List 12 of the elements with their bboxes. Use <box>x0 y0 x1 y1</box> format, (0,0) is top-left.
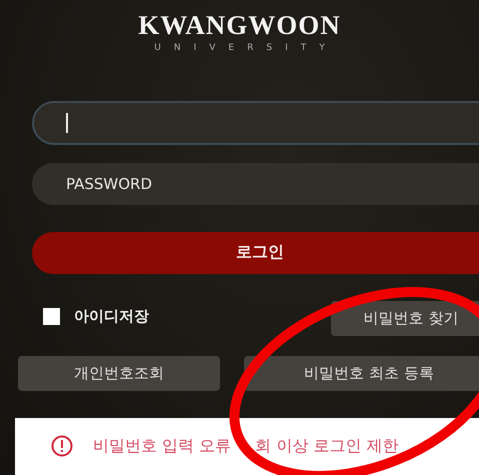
logo-name: KWANGWOON <box>138 10 341 41</box>
action-button[interactable]: 개인번호조회 <box>18 356 220 391</box>
login-button[interactable]: 로그인 <box>32 232 479 274</box>
action-button[interactable]: 비밀번호 최초 등록 <box>244 356 479 391</box>
logo-subtitle: UNIVERSITY <box>154 43 338 53</box>
checkbox[interactable] <box>43 308 60 325</box>
warning-icon <box>51 435 73 458</box>
remember-id-label: 아이디저장 <box>74 306 149 326</box>
find-password-button[interactable]: 비밀번호 찾기 <box>331 300 479 336</box>
notice-text: 회 이상 로그인 제한 <box>255 436 398 457</box>
password-field[interactable]: PASSWORD <box>32 162 479 205</box>
notice-text: 비밀번호 입력 오류 <box>93 436 232 457</box>
